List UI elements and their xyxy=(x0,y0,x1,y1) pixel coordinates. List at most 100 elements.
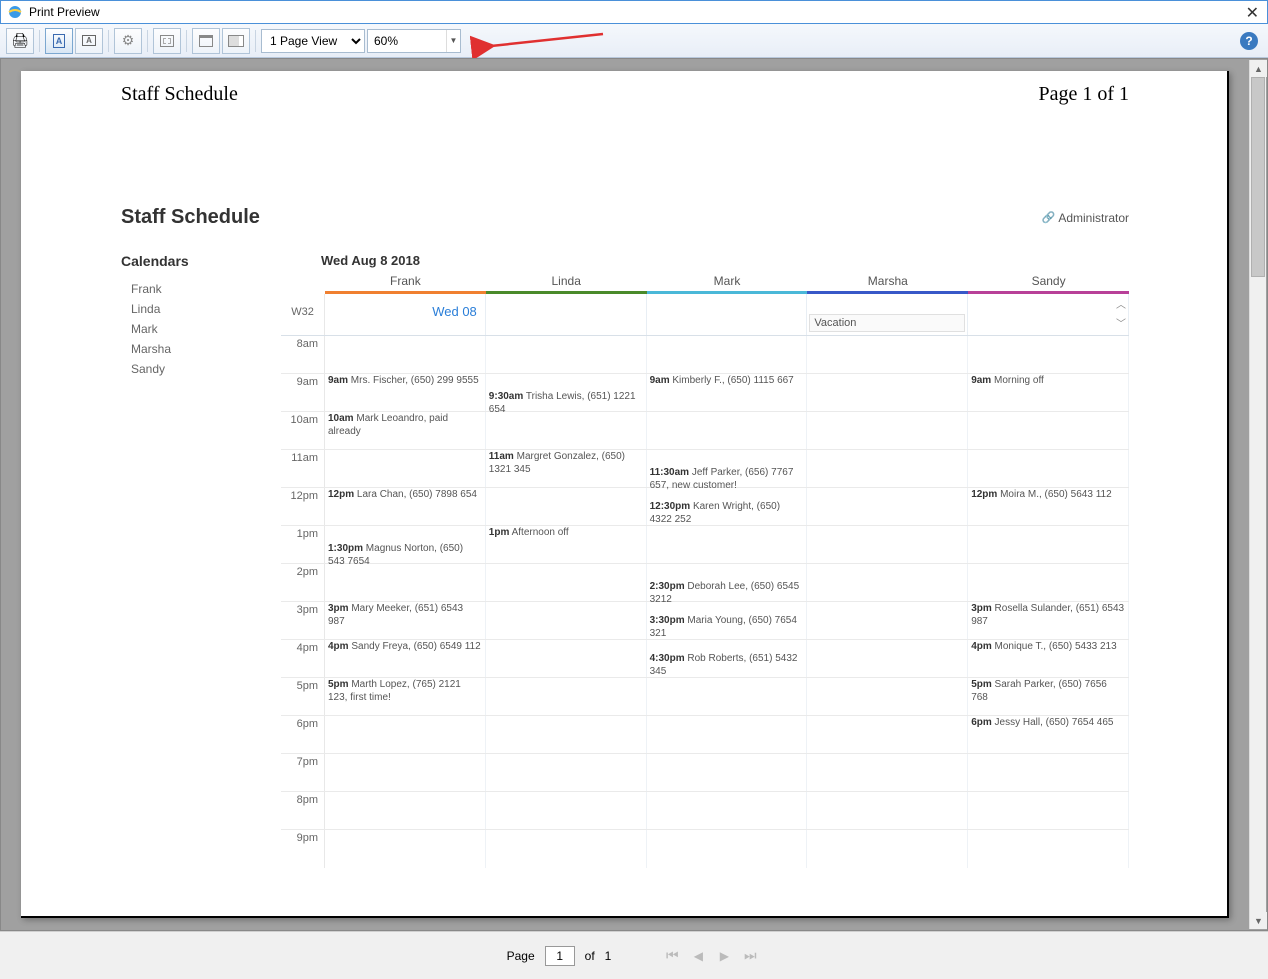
hour-label: 4pm xyxy=(281,640,325,677)
vertical-scrollbar[interactable]: ▲ ▼ xyxy=(1249,60,1266,929)
page-setup-button[interactable] xyxy=(114,28,142,54)
separator xyxy=(108,30,109,52)
event: 4:30pm Rob Roberts, (651) 5432 345 xyxy=(650,653,804,678)
scroll-down-button[interactable]: ▼ xyxy=(1250,912,1267,929)
margins-icon xyxy=(160,35,174,47)
gear-icon xyxy=(122,32,135,49)
event: 5pm Sarah Parker, (650) 7656 768 xyxy=(971,679,1125,704)
staff-col-linda: Linda xyxy=(486,274,647,294)
calendar-item: Marsha xyxy=(121,339,251,359)
hour-label: 8pm xyxy=(281,792,325,829)
footer: Page of 1 ⏮ ◀ ▶ ⏭ xyxy=(0,931,1268,979)
toolbar: A A 1 Page View 60% ▼ ? xyxy=(0,24,1268,58)
separator xyxy=(147,30,148,52)
calendar-item: Sandy xyxy=(121,359,251,379)
hour-label: 7pm xyxy=(281,754,325,791)
hour-rows: 8am 9am 9am Mrs. Fischer, (650) 299 9555… xyxy=(281,336,1129,868)
first-page-button[interactable]: ⏮ xyxy=(661,945,683,967)
day-label: Wed 08 xyxy=(327,296,483,319)
page-edge xyxy=(1227,71,1229,918)
ie-icon xyxy=(7,4,23,20)
staff-col-mark: Mark xyxy=(647,274,808,294)
hour-label: 3pm xyxy=(281,602,325,639)
total-pages: 1 xyxy=(605,949,612,963)
schedule-grid: Wed Aug 8 2018 Frank Linda Mark Marsha S… xyxy=(281,253,1129,868)
page-edge xyxy=(21,916,1229,918)
hour-label: 9am xyxy=(281,374,325,411)
event: 1pm Afternoon off xyxy=(489,527,643,540)
close-button[interactable]: ✕ xyxy=(1246,3,1259,23)
event: 6pm Jessy Hall, (650) 7654 465 xyxy=(971,717,1125,730)
window-titlebar: Print Preview ✕ xyxy=(0,0,1268,24)
portrait-button[interactable]: A xyxy=(45,28,73,54)
hour-label: 2pm xyxy=(281,564,325,601)
landscape-button[interactable]: A xyxy=(75,28,103,54)
calendar-item: Linda xyxy=(121,299,251,319)
separator xyxy=(39,30,40,52)
hour-label: 5pm xyxy=(281,678,325,715)
link-icon: 🔗 xyxy=(1042,211,1056,224)
header-footer-button[interactable] xyxy=(192,28,220,54)
calendar-item: Frank xyxy=(121,279,251,299)
margins-button[interactable] xyxy=(153,28,181,54)
header-right: Page 1 of 1 xyxy=(1038,83,1129,106)
event: 3:30pm Maria Young, (650) 7654 321 xyxy=(650,615,804,640)
admin-label: Administrator xyxy=(1058,211,1129,225)
scrollbar-thumb[interactable] xyxy=(1251,77,1265,277)
prev-page-button[interactable]: ◀ xyxy=(687,945,709,967)
scroll-up-button[interactable]: ▲ xyxy=(1250,60,1267,77)
page-label: Page xyxy=(507,949,535,963)
event: 9am Mrs. Fischer, (650) 299 9555 xyxy=(328,375,482,388)
staff-col-sandy: Sandy xyxy=(968,274,1129,294)
event: 10am Mark Leoandro, paid already xyxy=(328,413,482,438)
chevron-down-icon: ﹀ xyxy=(1116,315,1126,330)
print-button[interactable] xyxy=(6,28,34,54)
hour-label: 6pm xyxy=(281,716,325,753)
staff-header: Frank Linda Mark Marsha Sandy xyxy=(325,274,1129,294)
event: 12:30pm Karen Wright, (650) 4322 252 xyxy=(650,501,804,526)
fit-icon xyxy=(228,35,244,47)
event: 11am Margret Gonzalez, (650) 1321 345 xyxy=(489,451,643,476)
of-label: of xyxy=(585,949,595,963)
event: 12pm Moira M., (650) 5643 112 xyxy=(971,489,1125,502)
landscape-icon: A xyxy=(82,35,96,46)
page-preview: Staff Schedule Page 1 of 1 Staff Schedul… xyxy=(21,71,1229,918)
event: 4pm Monique T., (650) 5433 213 xyxy=(971,641,1125,654)
calendars-sidebar: Calendars Frank Linda Mark Marsha Sandy xyxy=(121,253,251,868)
staff-col-frank: Frank xyxy=(325,274,486,294)
week-label: W32 xyxy=(281,294,325,335)
hour-label: 1pm xyxy=(281,526,325,563)
admin-link: 🔗 Administrator xyxy=(1042,211,1129,225)
date-label: Wed Aug 8 2018 xyxy=(321,253,1129,268)
header-icon xyxy=(199,35,213,47)
allday-event: Vacation xyxy=(809,314,965,332)
preview-area: Staff Schedule Page 1 of 1 Staff Schedul… xyxy=(0,58,1268,931)
full-width-button[interactable] xyxy=(222,28,250,54)
separator xyxy=(255,30,256,52)
event: 12pm Lara Chan, (650) 7898 654 xyxy=(328,489,482,502)
event: 3pm Rosella Sulander, (651) 6543 987 xyxy=(971,603,1125,628)
event: 4pm Sandy Freya, (650) 6549 112 xyxy=(328,641,482,654)
chevron-down-icon: ▼ xyxy=(446,30,460,52)
calendars-heading: Calendars xyxy=(121,253,251,269)
window-title: Print Preview xyxy=(29,5,100,19)
event: 5pm Marth Lopez, (765) 2121 123, first t… xyxy=(328,679,482,704)
staff-col-marsha: Marsha xyxy=(807,274,968,294)
separator xyxy=(186,30,187,52)
printer-icon xyxy=(11,32,29,49)
chevron-up-icon: ︿ xyxy=(1116,296,1126,311)
portrait-icon: A xyxy=(53,34,65,48)
help-button[interactable]: ? xyxy=(1240,32,1258,50)
event: 3pm Mary Meeker, (651) 6543 987 xyxy=(328,603,482,628)
event: 9am Morning off xyxy=(971,375,1125,388)
next-page-button[interactable]: ▶ xyxy=(713,945,735,967)
last-page-button[interactable]: ⏭ xyxy=(739,945,761,967)
page-input[interactable] xyxy=(545,946,575,966)
hour-label: 8am xyxy=(281,336,325,373)
zoom-value: 60% xyxy=(374,34,398,48)
zoom-combobox[interactable]: 60% ▼ xyxy=(367,29,461,53)
allday-row: W32 Wed 08 Vacation ︿ ﹀ xyxy=(281,294,1129,336)
hour-label: 9pm xyxy=(281,830,325,868)
header-left: Staff Schedule xyxy=(121,83,238,106)
page-view-select[interactable]: 1 Page View xyxy=(261,29,365,53)
